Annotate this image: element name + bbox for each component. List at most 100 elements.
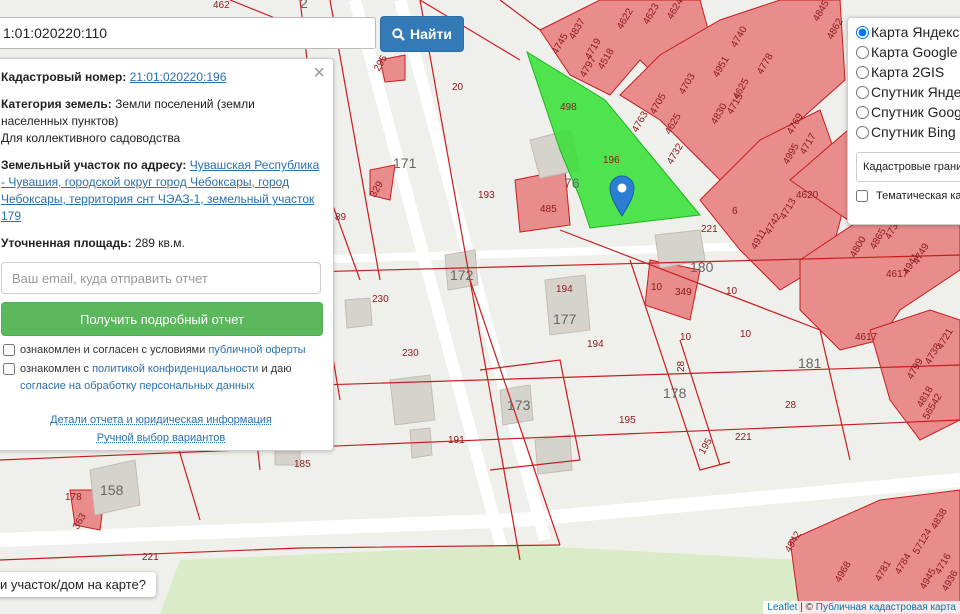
layer-radio[interactable] (856, 105, 869, 119)
leaflet-link[interactable]: Leaflet (767, 602, 797, 613)
panel-links: Детали отчета и юридическая информация Р… (1, 411, 321, 447)
search-button[interactable]: Найти (380, 16, 464, 52)
layer-option[interactable]: Карта 2GIS (856, 62, 960, 82)
privacy-consent-row: ознакомлен с политикой конфиденциальност… (1, 361, 321, 395)
lot-number-label: 172 (450, 267, 474, 283)
thematic-row: Тематическая карта (856, 190, 960, 202)
parcel-info-panel: × Кадастровый номер: 21:01:020220:196 Ка… (0, 58, 334, 451)
layer-option-label: Карта Google (871, 44, 958, 60)
area-label: Уточненная площадь: (1, 236, 132, 250)
thematic-label: Тематическая карта (876, 190, 960, 202)
search-input[interactable] (0, 17, 376, 49)
offer-consent-label: ознакомлен и согласен с условиями (20, 344, 206, 356)
lot-number-label: 177 (553, 311, 577, 327)
lot-number-label: 191 (448, 435, 465, 446)
data-processing-link[interactable]: согласие на обработку персональных данны… (20, 380, 254, 392)
offer-consent-text: ознакомлен и согласен с условиями публич… (20, 342, 306, 359)
category-row: Категория земель: Земли поселений (земли… (1, 96, 321, 147)
address-label: Земельный участок по адресу: (1, 158, 187, 172)
privacy-policy-link[interactable]: политикой конфиденциальности (92, 363, 258, 375)
layer-radio[interactable] (856, 25, 869, 39)
building-number-label: 76 (564, 175, 580, 191)
get-report-button[interactable]: Получить подробный отчет (1, 302, 323, 336)
lot-number-label: 171 (393, 155, 417, 171)
lot-number-label: 230 (402, 348, 419, 359)
lot-number-label: 10 (651, 282, 663, 293)
privacy-consent-label: ознакомлен с (20, 363, 90, 375)
lot-number-label: 10 (726, 286, 738, 297)
lot-number-label: 89 (335, 212, 347, 223)
building-number-label: 180 (690, 259, 714, 275)
lot-number-label: 194 (556, 284, 573, 295)
lot-number-label: 178 (65, 492, 82, 503)
layer-option-label: Спутник Яндекс (871, 84, 960, 100)
lot-number-label: 181 (798, 355, 822, 371)
layer-option[interactable]: Спутник Яндекс (856, 82, 960, 102)
cadastral-number-link[interactable]: 21:01:020220:196 (130, 70, 227, 84)
offer-consent-checkbox[interactable] (3, 344, 15, 356)
find-on-map-prompt[interactable]: и участок/дом на карте? (0, 572, 157, 597)
lot-number-label: 6 (732, 206, 738, 217)
parcel-number-label: 4617 (855, 332, 878, 343)
lot-number-label: 10 (740, 329, 752, 340)
lot-number-label: 195 (619, 415, 636, 426)
thematic-checkbox[interactable] (856, 190, 868, 202)
layer-radio[interactable] (856, 85, 869, 99)
category-label: Категория земель: (1, 97, 112, 111)
lot-number-label: 193 (478, 190, 495, 201)
email-field[interactable]: Ваш email, куда отправить отчет (1, 262, 321, 294)
layer-option[interactable]: Спутник Bing (856, 122, 960, 142)
source-link[interactable]: Публичная кадастровая карта (816, 602, 956, 613)
map-attribution: Leaflet | © Публичная кадастровая карта (763, 601, 960, 614)
layer-radio[interactable] (856, 65, 869, 79)
lot-number-label: 498 (560, 102, 577, 113)
building-number-label: 2 (300, 0, 308, 11)
lot-number-label: 20 (452, 82, 464, 93)
overlay-select[interactable]: Кадастровые границы (856, 152, 960, 182)
manual-select-link[interactable]: Ручной выбор вариантов (1, 429, 321, 447)
lot-number-label: 194 (587, 339, 604, 350)
close-icon[interactable]: × (313, 63, 325, 83)
offer-consent-row: ознакомлен и согласен с условиями публич… (1, 342, 321, 359)
lot-number-label: 185 (294, 459, 311, 470)
lot-number-label: 178 (663, 385, 687, 401)
layer-switcher: Карта Яндекс Карта Google Карта 2GIS Спутни… (847, 17, 960, 225)
layer-option[interactable]: Спутник Google (856, 102, 960, 122)
public-offer-link[interactable]: публичной оферты (208, 344, 305, 356)
privacy-consent-text: ознакомлен с политикой конфиденциальност… (20, 361, 321, 395)
lot-number-label: 230 (372, 294, 389, 305)
layer-radio[interactable] (856, 125, 869, 139)
lot-number-label: 221 (735, 432, 752, 443)
lot-number-label: 10 (680, 332, 692, 343)
search-button-label: Найти (410, 26, 452, 42)
parcel-number-label: 4620 (796, 190, 819, 201)
attribution-separator: | © (797, 602, 816, 613)
privacy-consent-mid: и даю (261, 363, 292, 375)
layer-option-label: Спутник Bing (871, 124, 956, 140)
layer-options: Карта Яндекс Карта Google Карта 2GIS Спутни… (856, 22, 960, 142)
search-icon (392, 27, 405, 41)
area-row: Уточненная площадь: 289 кв.м. (1, 235, 321, 252)
cadastral-label: Кадастровый номер: (1, 70, 127, 84)
layer-option-label: Спутник Google (871, 104, 960, 120)
layer-option-label: Карта 2GIS (871, 64, 945, 80)
layer-option-label: Карта Яндекс (871, 24, 960, 40)
lot-number-label: 485 (540, 204, 557, 215)
cadastral-row: Кадастровый номер: 21:01:020220:196 (1, 69, 321, 86)
lot-number-label: 349 (675, 287, 692, 298)
privacy-consent-checkbox[interactable] (3, 363, 15, 375)
search-bar: Найти (0, 16, 464, 52)
lot-number-label: 28 (676, 360, 687, 372)
address-row: Земельный участок по адресу: Чувашская Р… (1, 157, 321, 225)
layer-radio[interactable] (856, 45, 869, 59)
layer-option[interactable]: Карта Яндекс (856, 22, 960, 42)
lot-number-label: 221 (701, 224, 718, 235)
lot-number-label: 173 (507, 397, 531, 413)
parcel-number-label: 462 (213, 0, 230, 11)
report-details-link[interactable]: Детали отчета и юридическая информация (1, 411, 321, 429)
lot-number-label: 196 (603, 155, 620, 166)
area-value: 289 кв.м. (134, 236, 185, 250)
lot-number-label: 28 (785, 400, 797, 411)
lot-number-label: 158 (100, 482, 124, 498)
layer-option[interactable]: Карта Google (856, 42, 960, 62)
